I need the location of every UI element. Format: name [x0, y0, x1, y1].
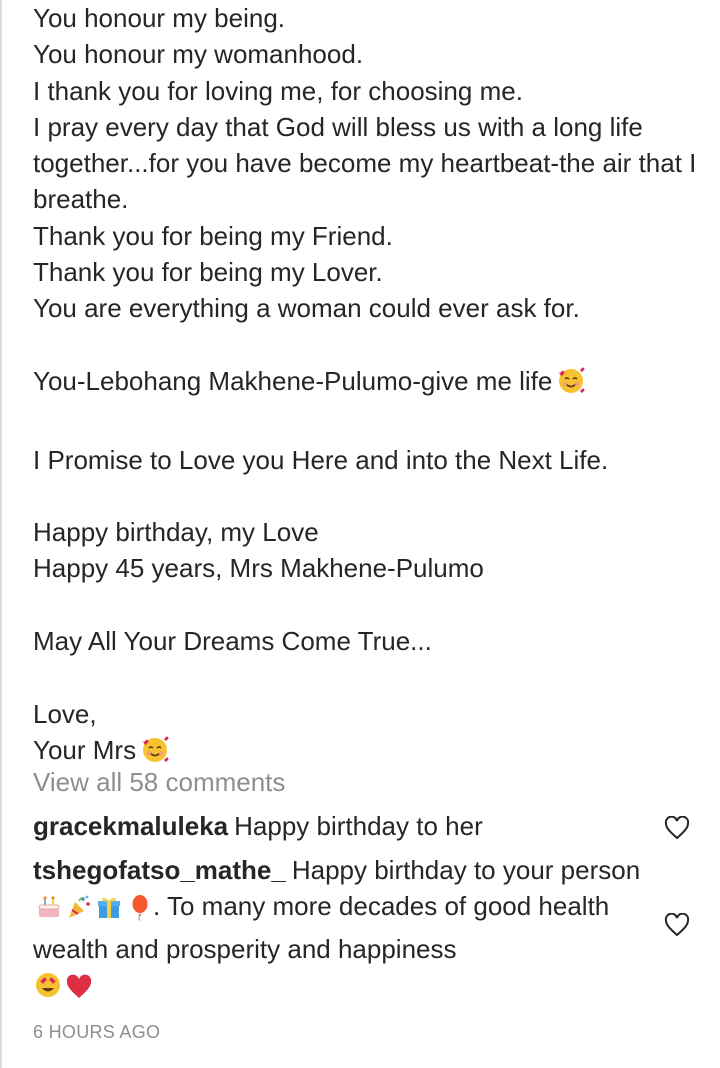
caption-line: I thank you for loving me, for choosing …: [33, 75, 523, 106]
caption-line: Happy 45 years, Mrs Makhene-Pulumo: [33, 553, 484, 584]
red-heart-icon: [65, 973, 93, 1009]
caption-line: Happy birthday, my Love: [33, 517, 319, 548]
balloon-icon: [125, 893, 153, 930]
caption-line: Thank you for being my Friend.: [33, 220, 393, 251]
caption-line: I Promise to Love you Here and into the …: [33, 444, 609, 475]
smiling-face-with-hearts-icon: [556, 366, 586, 405]
comment-text: Happy birthday to your person: [291, 855, 641, 885]
caption-line: Love,: [33, 698, 97, 729]
birthday-cake-icon: [35, 893, 63, 930]
caption-line: Thank you for being my Lover.: [33, 257, 383, 288]
comment-text: Happy birthday to her: [234, 811, 483, 841]
left-divider: [0, 0, 2, 1068]
party-popper-icon: [65, 893, 93, 930]
comment-username[interactable]: tshegofatso_mathe_: [33, 855, 286, 885]
caption-line-text: You-Lebohang Makhene-Pulumo-give me life: [33, 365, 553, 396]
comment: gracekmaluleka Happy birthday to her: [33, 808, 653, 844]
view-all-comments-link[interactable]: View all 58 comments: [33, 764, 285, 800]
caption-line: You honour my being.: [33, 3, 286, 33]
caption-line: You honour my womanhood.: [33, 39, 364, 70]
caption-line: You are everything a woman could ever as…: [33, 293, 580, 324]
like-comment-heart-icon[interactable]: [664, 815, 690, 840]
post-caption: You honour my being. You honour my woman…: [33, 0, 703, 774]
comment: tshegofatso_mathe_ Happy birthday to your…: [33, 852, 653, 1009]
caption-line: I pray every day that God will bless us …: [33, 111, 697, 215]
heart-eyes-icon: [33, 970, 63, 1009]
caption-line: May All Your Dreams Come True...: [33, 626, 432, 657]
like-comment-heart-icon[interactable]: [664, 912, 690, 937]
caption-line: You-Lebohang Makhene-Pulumo-give me life: [33, 363, 703, 405]
caption-line-text: Your Mrs: [33, 734, 137, 765]
post-timestamp: 6 HOURS AGO: [33, 1022, 161, 1042]
gift-icon: [95, 893, 123, 930]
comment-username[interactable]: gracekmaluleka: [33, 811, 228, 841]
